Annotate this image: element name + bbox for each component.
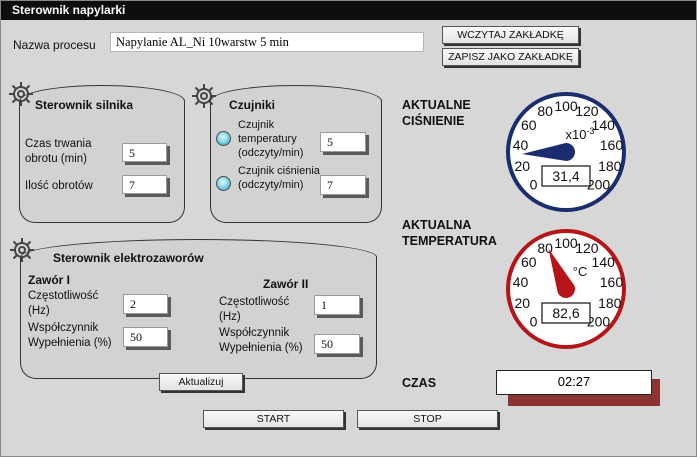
- rotation-duration-input[interactable]: 5: [122, 143, 167, 162]
- update-button[interactable]: Aktualizuj: [159, 373, 243, 391]
- temp-sensor-input[interactable]: 5: [320, 132, 366, 152]
- valve2-title: Zawór II: [263, 277, 309, 291]
- temperature-unit: °C: [573, 264, 588, 279]
- load-bookmark-button[interactable]: WCZYTAJ ZAKŁADKĘ: [442, 26, 579, 44]
- save-bookmark-button[interactable]: ZAPISZ JAKO ZAKŁADKĘ: [442, 48, 579, 66]
- sensors-title: Czujniki: [229, 98, 276, 112]
- temperature-tick-label: 140: [592, 254, 616, 270]
- rotation-duration-label: Czas trwania obrotu (min): [25, 138, 92, 165]
- pressure-sensor-input[interactable]: 7: [320, 175, 366, 195]
- pressure-tick-label: 140: [592, 117, 616, 133]
- pressure-sensor-label: Czujnik ciśnienia (odczyty/min): [238, 165, 320, 191]
- pressure-tick-label: 20: [514, 158, 530, 174]
- valve-controller-title: Sterownik elektrozaworów: [53, 251, 204, 265]
- valve2-frequency-input[interactable]: 1: [314, 295, 360, 315]
- pressure-tick-label: 160: [600, 137, 624, 153]
- pressure-readout-value: 31,4: [552, 168, 579, 184]
- motor-controller-title: Sterownik silnika: [35, 98, 134, 112]
- pressure-tick-label: 60: [521, 117, 537, 133]
- rotation-count-input[interactable]: 7: [122, 175, 167, 194]
- valve2-fill-label: Współczynnik Wypełnienia (%): [219, 327, 303, 354]
- time-display: 02:27: [496, 370, 652, 395]
- pressure-tick-label: 180: [598, 158, 622, 174]
- start-button[interactable]: START: [203, 410, 344, 428]
- app-window: Sterownik napylarki Nazwa procesu Napyla…: [0, 0, 697, 457]
- gear-icon: [9, 82, 33, 106]
- rotation-count-label: Ilość obrotów: [25, 180, 93, 192]
- gear-icon: [10, 238, 34, 262]
- valve1-frequency-input[interactable]: 2: [123, 294, 168, 314]
- valve1-title: Zawór I: [28, 273, 71, 287]
- pressure-tick-label: 40: [513, 137, 529, 153]
- temp-sensor-radio[interactable]: [216, 131, 231, 146]
- gear-icon: [192, 84, 216, 108]
- temperature-readout-value: 82,6: [552, 305, 579, 321]
- window-title: Sterownik napylarki: [1, 1, 696, 20]
- pressure-label: AKTUALNE CIŚNIENIE: [402, 98, 471, 128]
- pressure-tick-label: 80: [537, 103, 553, 119]
- valve1-fill-input[interactable]: 50: [123, 327, 168, 347]
- pressure-gauge: 020406080 100120140160180200x10-331,4: [506, 92, 626, 212]
- temperature-label: AKTUALNA TEMPERATURA: [402, 218, 497, 248]
- process-name-input[interactable]: Napylanie AL_Ni 10warstw 5 min: [110, 32, 424, 52]
- temperature-tick-label: 160: [600, 274, 624, 290]
- pressure-sensor-radio[interactable]: [216, 176, 231, 191]
- temperature-tick-label: 20: [514, 295, 530, 311]
- process-name-label: Nazwa procesu: [13, 38, 96, 52]
- valve1-fill-label: Współczynnik Wypełnienia (%): [28, 322, 112, 349]
- temperature-gauge: 020406080 100120140160180200°C82,6: [506, 229, 626, 349]
- valve1-frequency-label: Częstotliwość (Hz): [28, 290, 99, 317]
- temp-sensor-label: Czujnik temperatury (odczyty/min): [238, 119, 304, 159]
- pressure-tick-label: 0: [530, 177, 538, 193]
- temperature-tick-label: 180: [598, 295, 622, 311]
- stop-button[interactable]: STOP: [357, 410, 498, 428]
- valve2-frequency-label: Częstotliwość (Hz): [219, 296, 290, 323]
- temperature-tick-label: 40: [513, 274, 529, 290]
- temperature-tick-label: 60: [521, 254, 537, 270]
- valve2-fill-input[interactable]: 50: [314, 334, 360, 354]
- time-label: CZAS: [402, 376, 437, 390]
- temperature-tick-label: 0: [530, 314, 538, 330]
